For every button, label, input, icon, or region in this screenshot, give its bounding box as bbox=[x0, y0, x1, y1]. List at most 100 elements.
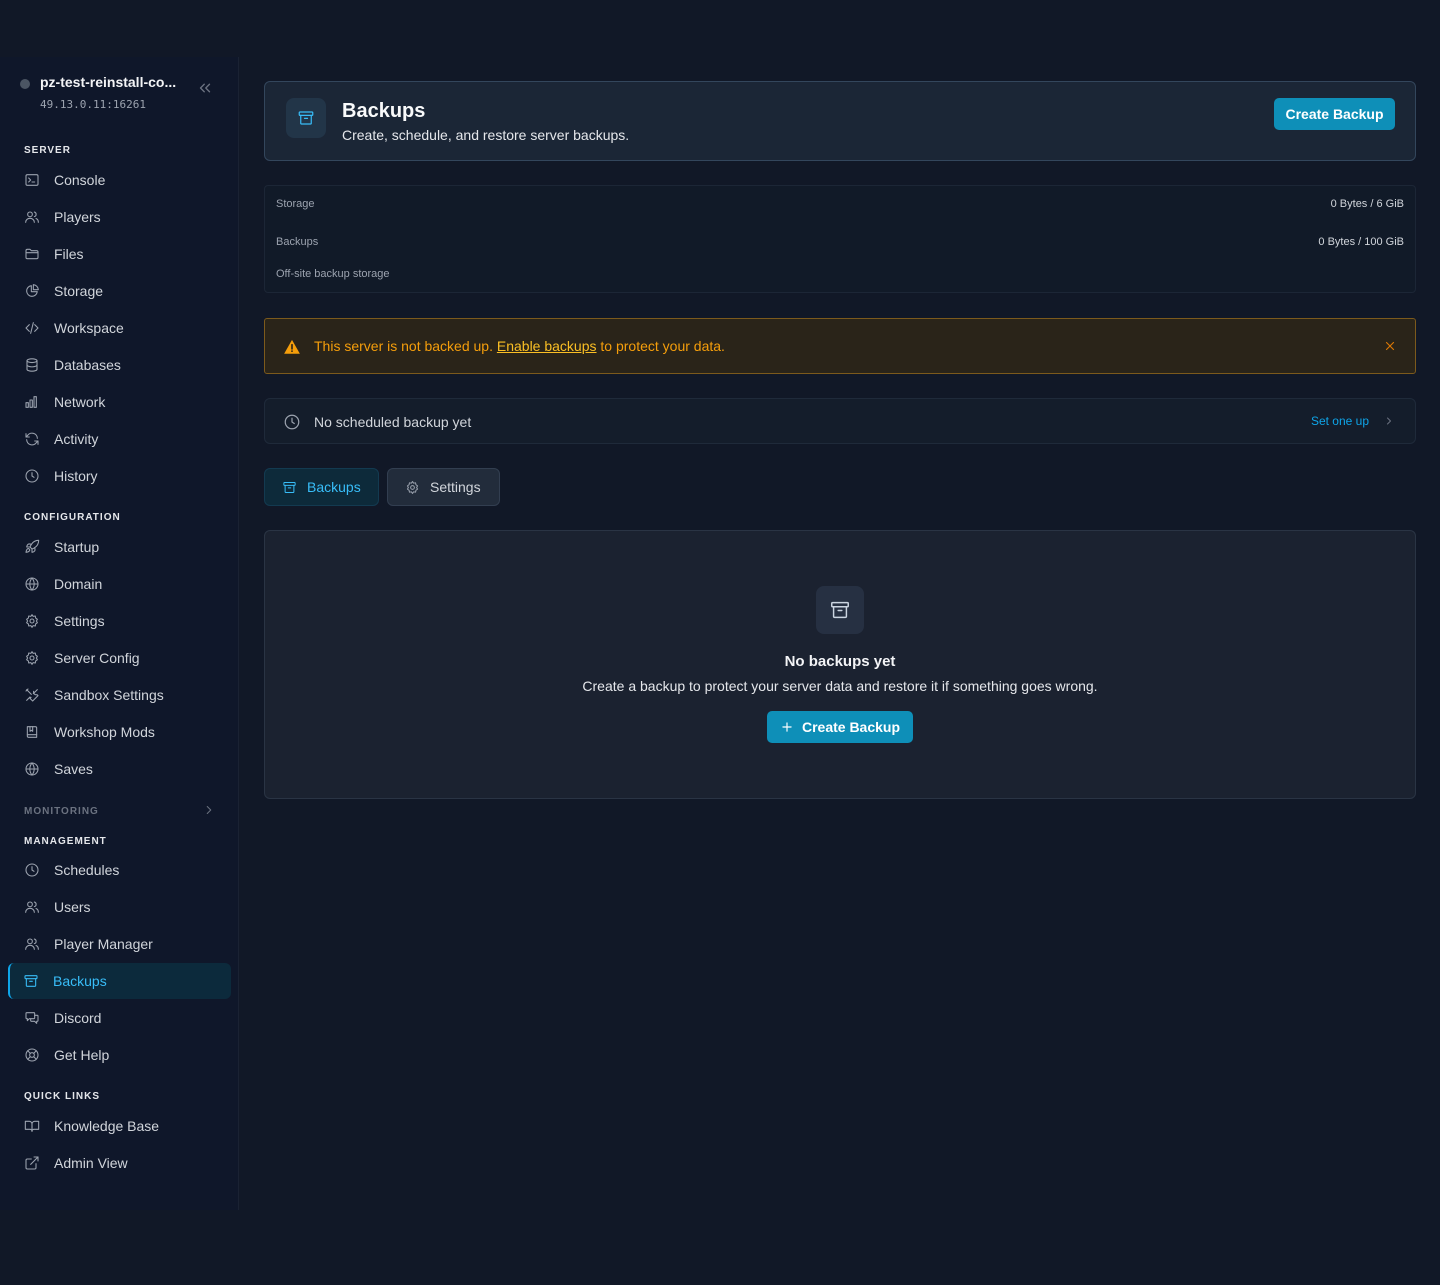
sidebar-item-label: Settings bbox=[54, 613, 105, 629]
open-book-icon bbox=[24, 1120, 40, 1132]
empty-create-backup-button[interactable]: Create Backup bbox=[767, 711, 913, 743]
warning-icon bbox=[284, 339, 300, 354]
archive-icon bbox=[831, 601, 849, 619]
server-name: pz-test-reinstall-co... bbox=[40, 74, 177, 90]
sidebar-item-label: Server Config bbox=[54, 650, 140, 666]
sidebar-item-label: Workshop Mods bbox=[54, 724, 155, 740]
empty-create-backup-label: Create Backup bbox=[801, 719, 901, 735]
sidebar-item-knowledge-base[interactable]: Knowledge Base bbox=[8, 1108, 231, 1144]
users-icon bbox=[25, 901, 39, 913]
sidebar-item-label: Admin View bbox=[54, 1155, 128, 1171]
sidebar-item-databases[interactable]: Databases bbox=[8, 347, 231, 383]
offsite-storage-label: Off-site backup storage bbox=[276, 268, 390, 280]
sidebar-item-label: Domain bbox=[54, 576, 103, 592]
sidebar-item-saves[interactable]: Saves bbox=[8, 751, 231, 787]
sidebar-item-settings[interactable]: Settings bbox=[8, 603, 231, 639]
sidebar-item-workspace[interactable]: Workspace bbox=[8, 310, 231, 346]
tab-label: Backups bbox=[307, 479, 361, 495]
sidebar-item-get-help[interactable]: Get Help bbox=[8, 1037, 231, 1073]
sidebar-item-label: Players bbox=[54, 209, 101, 225]
lifebuoy-icon bbox=[25, 1048, 39, 1062]
sidebar-item-domain[interactable]: Domain bbox=[8, 566, 231, 602]
storage-label: Storage bbox=[276, 198, 315, 210]
storage-value: 0 Bytes / 6 GiB bbox=[1330, 198, 1404, 210]
sidebar-item-label: Workspace bbox=[54, 320, 124, 336]
set-schedule-label: Set one up bbox=[1310, 414, 1369, 428]
sidebar-item-files[interactable]: Files bbox=[8, 236, 231, 272]
sidebar-item-backups[interactable]: Backups bbox=[8, 963, 231, 999]
sidebar-item-console[interactable]: Console bbox=[8, 162, 231, 198]
sidebar-item-label: Knowledge Base bbox=[54, 1118, 160, 1134]
archive-icon bbox=[24, 975, 38, 987]
header-icon-box bbox=[286, 98, 326, 138]
sidebar-item-storage[interactable]: Storage bbox=[8, 273, 231, 309]
sidebar-item-label: Users bbox=[54, 899, 91, 915]
gear-icon bbox=[26, 651, 38, 665]
sidebar: pz-test-reinstall-co... 49.13.0.11:16261… bbox=[0, 57, 239, 1210]
sidebar-item-schedules[interactable]: Schedules bbox=[8, 852, 231, 888]
sidebar-item-label: Get Help bbox=[54, 1047, 110, 1063]
archive-icon bbox=[283, 481, 296, 493]
sidebar-item-discord[interactable]: Discord bbox=[8, 1000, 231, 1036]
empty-state-subtitle: Create a backup to protect your server d… bbox=[582, 678, 1098, 694]
users-icon bbox=[25, 938, 39, 950]
sidebar-item-player-manager[interactable]: Player Manager bbox=[8, 926, 231, 962]
terminal-icon bbox=[25, 174, 39, 186]
sidebar-item-label: History bbox=[54, 468, 98, 484]
sidebar-item-label: Activity bbox=[54, 431, 99, 447]
sidebar-item-admin-view[interactable]: Admin View bbox=[8, 1145, 231, 1181]
top-bar bbox=[0, 0, 1440, 57]
sidebar-item-users[interactable]: Users bbox=[8, 889, 231, 925]
set-schedule-link[interactable]: Set one up bbox=[1311, 414, 1395, 428]
database-icon bbox=[26, 358, 38, 372]
create-backup-button[interactable]: Create Backup bbox=[1274, 98, 1395, 130]
clock-icon bbox=[25, 863, 39, 877]
clock-icon bbox=[284, 414, 300, 430]
section-management: MANAGEMENT bbox=[24, 836, 107, 847]
section-monitoring[interactable]: MONITORING bbox=[24, 806, 99, 817]
sidebar-item-label: Startup bbox=[54, 539, 100, 555]
tab-label: Settings bbox=[430, 479, 481, 495]
backups-storage-value: 0 Bytes / 100 GiB bbox=[1318, 236, 1404, 248]
sidebar-item-server-config[interactable]: Server Config bbox=[8, 640, 231, 676]
clock-icon bbox=[25, 469, 39, 483]
sidebar-item-sandbox-settings[interactable]: Sandbox Settings bbox=[8, 677, 231, 713]
schedule-status-bar[interactable]: No scheduled backup yet Set one up bbox=[264, 398, 1416, 444]
sidebar-item-label: Files bbox=[54, 246, 84, 262]
tab-settings[interactable]: Settings bbox=[387, 468, 500, 506]
collapse-sidebar-icon[interactable] bbox=[196, 79, 214, 97]
server-header: pz-test-reinstall-co... 49.13.0.11:16261 bbox=[20, 74, 220, 118]
sidebar-item-network[interactable]: Network bbox=[8, 384, 231, 420]
refresh-icon bbox=[25, 432, 39, 446]
globe-icon bbox=[25, 577, 39, 591]
backup-warning-alert: This server is not backed up. Enable bac… bbox=[264, 318, 1416, 374]
sidebar-item-label: Sandbox Settings bbox=[54, 687, 164, 703]
sidebar-item-players[interactable]: Players bbox=[8, 199, 231, 235]
sidebar-item-label: Player Manager bbox=[54, 936, 153, 952]
folder-icon bbox=[25, 248, 39, 260]
rocket-icon bbox=[25, 539, 40, 553]
sidebar-item-label: Discord bbox=[54, 1010, 102, 1026]
sidebar-item-startup[interactable]: Startup bbox=[8, 529, 231, 565]
alert-text-end: to protect your data. bbox=[596, 338, 725, 354]
sidebar-item-activity[interactable]: Activity bbox=[8, 421, 231, 457]
enable-backups-link[interactable]: Enable backups bbox=[497, 338, 597, 354]
sidebar-item-label: Backups bbox=[53, 973, 107, 989]
close-icon[interactable] bbox=[1383, 339, 1397, 353]
page-subtitle: Create, schedule, and restore server bac… bbox=[342, 127, 630, 143]
chevron-right-icon[interactable] bbox=[202, 803, 216, 817]
plus-icon bbox=[782, 722, 792, 732]
page-header: Backups Create, schedule, and restore se… bbox=[264, 81, 1416, 161]
page-title: Backups bbox=[342, 100, 426, 122]
tab-backups[interactable]: Backups bbox=[264, 468, 379, 506]
section-quick-links: QUICK LINKS bbox=[24, 1091, 100, 1102]
gear-icon bbox=[26, 614, 38, 628]
archive-icon bbox=[298, 111, 314, 125]
empty-state-title: No backups yet bbox=[784, 653, 896, 670]
sidebar-item-label: Network bbox=[54, 394, 106, 410]
sidebar-item-history[interactable]: History bbox=[8, 458, 231, 494]
gear-icon bbox=[406, 480, 419, 494]
globe-icon bbox=[25, 762, 39, 776]
sidebar-item-workshop-mods[interactable]: Workshop Mods bbox=[8, 714, 231, 750]
chat-icon bbox=[25, 1012, 39, 1024]
